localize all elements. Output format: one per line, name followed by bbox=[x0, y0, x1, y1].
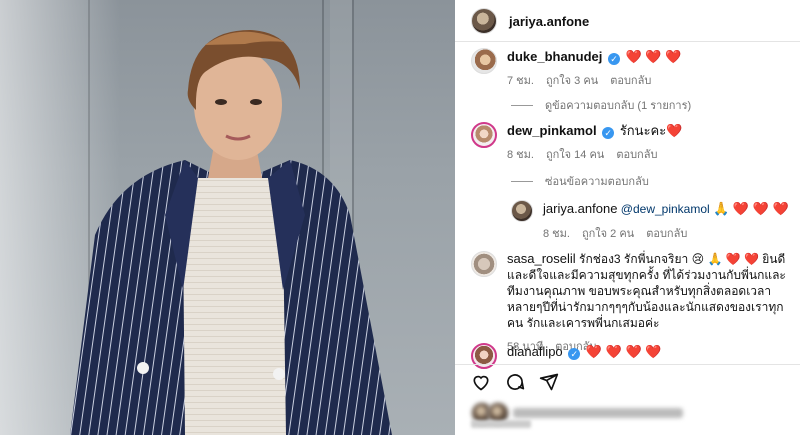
person-illustration bbox=[70, 30, 392, 435]
reply-item: jariya.anfone @dew_pinkamol 🙏 ❤️ ❤️ ❤️ 8… bbox=[511, 200, 791, 242]
verified-badge-icon: ✓ bbox=[568, 348, 581, 360]
author-username[interactable]: jariya.anfone bbox=[509, 14, 589, 29]
paper-plane-icon[interactable] bbox=[539, 372, 559, 392]
reply-button[interactable]: ตอบกลับ bbox=[646, 224, 687, 242]
actions-divider bbox=[455, 364, 800, 365]
reply-mention[interactable]: @dew_pinkamol bbox=[621, 202, 710, 216]
commenter-avatar[interactable] bbox=[471, 343, 497, 369]
commenter-avatar[interactable] bbox=[471, 251, 497, 277]
comment-bubble-icon[interactable] bbox=[505, 372, 525, 392]
commenter-username[interactable]: duke_bhanudej bbox=[507, 49, 602, 64]
post-photo bbox=[0, 0, 455, 435]
thread-dash bbox=[511, 104, 533, 106]
reply-username[interactable]: jariya.anfone bbox=[543, 201, 617, 216]
comment-item: dianaflipo ✓ ❤️ ❤️ ❤️ ❤️ bbox=[471, 343, 791, 369]
thread-dash bbox=[511, 180, 533, 182]
hide-replies-toggle[interactable]: ซ่อนข้อความตอบกลับ bbox=[511, 172, 649, 190]
reply-button[interactable]: ตอบกลับ bbox=[616, 145, 657, 163]
commenter-username[interactable]: sasa_roselil bbox=[507, 251, 576, 266]
reply-likes[interactable]: ถูกใจ 2 คน bbox=[582, 224, 634, 242]
comment-text: ❤️ ❤️ ❤️ bbox=[625, 49, 682, 64]
blurred-likes-text bbox=[513, 408, 683, 418]
commenter-username[interactable]: dianaflipo bbox=[507, 344, 563, 359]
comment-likes[interactable]: ถูกใจ 14 คน bbox=[546, 145, 604, 163]
view-replies-label[interactable]: ดูข้อความตอบกลับ (1 รายการ) bbox=[545, 96, 691, 114]
comment-likes[interactable]: ถูกใจ 3 คน bbox=[546, 71, 598, 89]
comment-time: 8 ชม. bbox=[507, 149, 534, 161]
commenter-username[interactable]: dew_pinkamol bbox=[507, 123, 597, 138]
comment-item: dew_pinkamol ✓ รักนะคะ❤️ 8 ชม. ถูกใจ 14 … bbox=[471, 122, 791, 163]
comments-panel: jariya.anfone duke_bhanudej ✓ ❤️ ❤️ ❤️ 7… bbox=[455, 0, 800, 435]
verified-badge-icon: ✓ bbox=[602, 127, 615, 139]
heart-outline-icon[interactable] bbox=[471, 372, 491, 392]
reply-avatar[interactable] bbox=[511, 200, 533, 222]
hide-replies-label[interactable]: ซ่อนข้อความตอบกลับ bbox=[545, 172, 649, 190]
comment-text: รักนะคะ❤️ bbox=[619, 123, 683, 138]
commenter-avatar[interactable] bbox=[471, 122, 497, 148]
comment-text: ❤️ ❤️ ❤️ ❤️ bbox=[585, 344, 662, 359]
reply-text: 🙏 ❤️ ❤️ ❤️ bbox=[713, 201, 789, 216]
comment-time: 7 ชม. bbox=[507, 75, 534, 87]
blurred-post-date bbox=[471, 420, 531, 428]
post-header: jariya.anfone bbox=[471, 8, 589, 34]
author-avatar[interactable] bbox=[471, 8, 497, 34]
header-divider bbox=[455, 41, 800, 42]
reply-button[interactable]: ตอบกลับ bbox=[610, 71, 651, 89]
verified-badge-icon: ✓ bbox=[607, 53, 620, 65]
view-replies-toggle[interactable]: ดูข้อความตอบกลับ (1 รายการ) bbox=[511, 96, 691, 114]
comment-item: duke_bhanudej ✓ ❤️ ❤️ ❤️ 7 ชม. ถูกใจ 3 ค… bbox=[471, 48, 791, 89]
reply-time: 8 ชม. bbox=[543, 228, 570, 240]
post-actions bbox=[471, 372, 559, 392]
comment-item: sasa_roselil รักช่อง3 รักพี่นกจริยา 😢 🙏 … bbox=[471, 251, 791, 355]
commenter-avatar[interactable] bbox=[471, 48, 497, 74]
